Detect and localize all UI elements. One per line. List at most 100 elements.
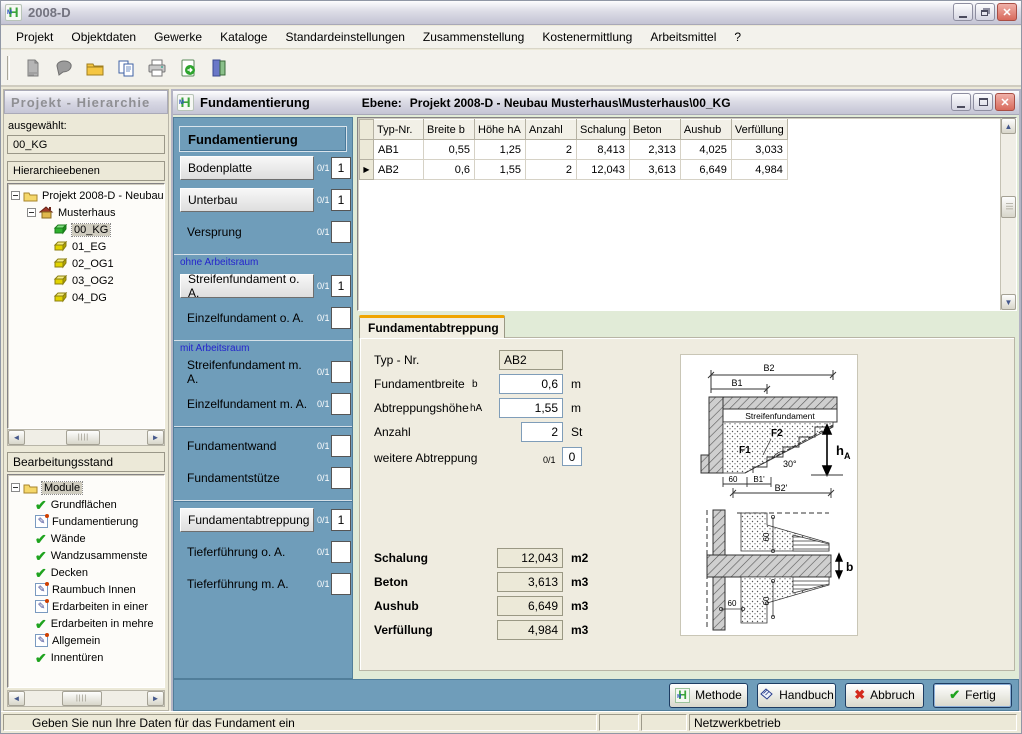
module-item[interactable]: ✎Allgemein <box>11 632 164 649</box>
fundamentstuetze-count-field[interactable] <box>331 467 351 489</box>
minimize-button[interactable] <box>953 3 973 21</box>
current-row-marker-icon[interactable]: ▶ <box>360 160 374 180</box>
handbuch-button[interactable]: Handbuch <box>757 683 836 708</box>
einzel-ma-count-field[interactable] <box>331 393 351 415</box>
module-item[interactable]: ✔Wände <box>11 530 164 547</box>
menu-gewerke[interactable]: Gewerke <box>145 27 211 47</box>
einzel-oa-count-field[interactable] <box>331 307 351 329</box>
scroll-down-icon[interactable]: ▼ <box>1001 294 1016 310</box>
module-minimize-button[interactable] <box>951 93 971 111</box>
tree-item-floor[interactable]: 03_OG2 <box>11 272 164 289</box>
table-row-selected[interactable]: ▶ AB2 0,6 1,55 2 12,043 3,613 6,649 4,98… <box>360 160 788 180</box>
col-breite-b[interactable]: Breite b <box>424 120 475 140</box>
module-maximize-button[interactable] <box>973 93 993 111</box>
grid-vscrollbar[interactable]: ▲ ||| ▼ <box>1000 118 1016 310</box>
streifenfundament-ma-item[interactable]: Streifenfundament m. A. <box>180 360 314 384</box>
fundamentstuetze-item[interactable]: Fundamentstütze <box>180 466 314 490</box>
fundamentwand-count-field[interactable] <box>331 435 351 457</box>
fundamentabtreppung-button[interactable]: Fundamentabtreppung <box>180 508 314 532</box>
new-document-icon[interactable] <box>21 56 45 80</box>
fundamentwand-item[interactable]: Fundamentwand <box>180 434 314 458</box>
collapse-icon[interactable] <box>27 208 36 217</box>
streifen-ma-count-field[interactable] <box>331 361 351 383</box>
row-selector[interactable] <box>360 140 374 160</box>
menu-help[interactable]: ? <box>725 27 750 47</box>
col-verfuellung[interactable]: Verfüllung <box>731 120 787 140</box>
scroll-left-icon[interactable]: ◄ <box>8 691 25 706</box>
tree-item-floor[interactable]: 01_EG <box>11 238 164 255</box>
tree-item-floor[interactable]: 04_DG <box>11 289 164 306</box>
bearbeitungsstand-header[interactable]: Bearbeitungsstand <box>7 452 165 472</box>
col-aushub[interactable]: Aushub <box>680 120 731 140</box>
col-beton[interactable]: Beton <box>629 120 680 140</box>
methode-button[interactable]: HM Methode <box>669 683 748 708</box>
einzelfundament-oa-item[interactable]: Einzelfundament o. A. <box>180 306 314 330</box>
menu-objektdaten[interactable]: Objektdaten <box>62 27 145 47</box>
export-icon[interactable] <box>176 56 200 80</box>
bodenplatte-button[interactable]: Bodenplatte <box>180 156 314 180</box>
anzahl-input[interactable]: 2 <box>521 422 563 442</box>
scroll-up-icon[interactable]: ▲ <box>1001 118 1016 134</box>
bodenplatte-count-field[interactable]: 1 <box>331 157 351 179</box>
open-folder-icon[interactable] <box>83 56 107 80</box>
scroll-right-icon[interactable]: ► <box>147 430 164 445</box>
scroll-left-icon[interactable]: ◄ <box>8 430 25 445</box>
module-item[interactable]: ✔Grundflächen <box>11 496 164 513</box>
fundamentbreite-input[interactable]: 0,6 <box>499 374 563 394</box>
table-row[interactable]: AB1 0,55 1,25 2 8,413 2,313 4,025 3,033 <box>360 140 788 160</box>
collapse-icon[interactable] <box>11 191 20 200</box>
tree-item-module-root[interactable]: Module <box>11 479 164 496</box>
col-typ-nr[interactable]: Typ-Nr. <box>374 120 424 140</box>
module-item[interactable]: ✔Erdarbeiten in mehre <box>11 615 164 632</box>
tree-item-floor[interactable]: 02_OG1 <box>11 255 164 272</box>
module-close-button[interactable]: ✕ <box>995 93 1015 111</box>
close-button[interactable]: ✕ <box>997 3 1017 21</box>
module-item[interactable]: ✎Fundamentierung <box>11 513 164 530</box>
tab-fundamentabtreppung[interactable]: Fundamentabtreppung <box>359 315 505 338</box>
einzelfundament-ma-item[interactable]: Einzelfundament m. A. <box>180 392 314 416</box>
unterbau-count-field[interactable]: 1 <box>331 189 351 211</box>
tiefer-ma-count-field[interactable] <box>331 573 351 595</box>
hierarchy-hscrollbar[interactable]: ◄ |||| ► <box>7 429 165 446</box>
abbruch-button[interactable]: ✖ Abbruch <box>845 683 924 708</box>
unterbau-button[interactable]: Unterbau <box>180 188 314 212</box>
counter-label: 0/1 <box>317 227 330 237</box>
tieferfuehrung-ma-item[interactable]: Tieferführung m. A. <box>180 572 314 596</box>
print-icon[interactable] <box>145 56 169 80</box>
col-schalung[interactable]: Schalung <box>577 120 630 140</box>
weitere-abtreppung-input[interactable]: 0 <box>562 447 582 466</box>
open-project-icon[interactable] <box>52 56 76 80</box>
col-anzahl[interactable]: Anzahl <box>526 120 577 140</box>
menu-kataloge[interactable]: Kataloge <box>211 27 276 47</box>
versprung-count-field[interactable] <box>331 221 351 243</box>
module-item[interactable]: ✔Innentüren <box>11 649 164 666</box>
module-item[interactable]: ✎Raumbuch Innen <box>11 581 164 598</box>
menu-arbeitsmittel[interactable]: Arbeitsmittel <box>641 27 725 47</box>
tree-item-building[interactable]: Musterhaus <box>11 204 164 221</box>
menu-kostenermittlung[interactable]: Kostenermittlung <box>533 27 641 47</box>
module-item[interactable]: ✔Decken <box>11 564 164 581</box>
modules-hscrollbar[interactable]: ◄ |||| ► <box>7 690 165 707</box>
col-hoehe-ha[interactable]: Höhe hA <box>475 120 526 140</box>
copy-icon[interactable] <box>114 56 138 80</box>
streifenfundament-oa-button[interactable]: Streifenfundament o. A. <box>180 274 314 298</box>
fertig-button[interactable]: ✔ Fertig <box>933 683 1012 708</box>
tree-item-floor[interactable]: 00_KG <box>11 221 164 238</box>
versprung-item[interactable]: Versprung <box>180 220 314 244</box>
module-item[interactable]: ✎Erdarbeiten in einer <box>11 598 164 615</box>
module-item[interactable]: ✔Wandzusammenste <box>11 547 164 564</box>
exit-icon[interactable] <box>207 56 231 80</box>
collapse-icon[interactable] <box>11 483 20 492</box>
fundamentabtreppung-count-field[interactable]: 1 <box>331 509 351 531</box>
restore-button[interactable] <box>975 3 995 21</box>
menu-standardeinstellungen[interactable]: Standardeinstellungen <box>276 27 413 47</box>
streifen-oa-count-field[interactable]: 1 <box>331 275 351 297</box>
abtreppungshoehe-input[interactable]: 1,55 <box>499 398 563 418</box>
tiefer-oa-count-field[interactable] <box>331 541 351 563</box>
menu-zusammenstellung[interactable]: Zusammenstellung <box>414 27 533 47</box>
scroll-right-icon[interactable]: ► <box>147 691 164 706</box>
hierarchy-levels-header[interactable]: Hierarchieebenen <box>7 161 165 181</box>
tree-item-project[interactable]: Projekt 2008-D - Neubau <box>11 187 164 204</box>
tieferfuehrung-oa-item[interactable]: Tieferführung o. A. <box>180 540 314 564</box>
menu-projekt[interactable]: Projekt <box>7 27 62 47</box>
